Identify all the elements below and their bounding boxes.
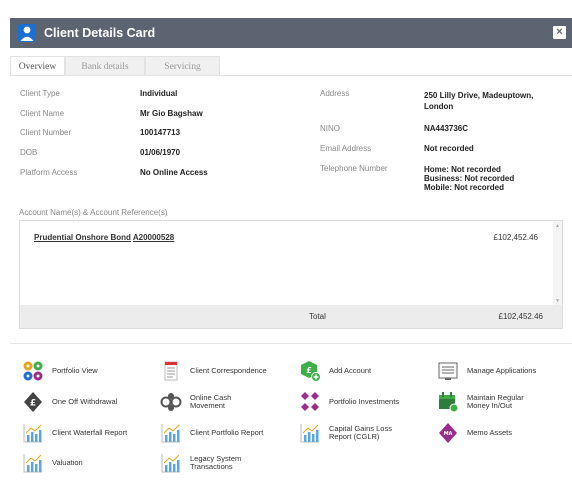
capital-gains-loss-report-label: Capital Gains Loss Report (CGLR) (329, 424, 392, 441)
report-chart-icon (22, 422, 44, 444)
client-type-label: Client Type (20, 89, 60, 98)
section-divider (10, 343, 572, 344)
platform-access-value: No Online Access (140, 168, 208, 177)
legacy-system-transactions-label: Legacy System Transactions (190, 454, 242, 471)
memo-assets-icon: MA (437, 422, 459, 444)
client-portfolio-report-label: Client Portfolio Report (190, 428, 264, 437)
tab-servicing[interactable]: Servicing (145, 56, 220, 76)
action-client-portfolio-report[interactable]: Client Portfolio Report (160, 422, 268, 444)
manage-applications-label: Manage Applications (467, 366, 537, 375)
action-legacy-system-transactions[interactable]: Legacy System Transactions (160, 452, 268, 474)
action-manage-applications[interactable]: Manage Applications (437, 360, 545, 382)
platform-access-label: Platform Access (20, 168, 78, 177)
action-portfolio-view[interactable]: Portfolio View (22, 360, 130, 382)
client-waterfall-report-label: Client Waterfall Report (52, 428, 128, 437)
dob-label: DOB (20, 148, 38, 157)
account-row[interactable]: Prudential Onshore Bond A20000528 (34, 233, 174, 242)
action-valuation[interactable]: Valuation (22, 452, 130, 474)
accounts-heading: Account Name(s) & Account Reference(s) (19, 208, 168, 217)
scroll-down-icon[interactable]: ▼ (555, 298, 560, 304)
withdrawal-icon: £ (22, 391, 44, 413)
report-chart-icon (160, 422, 182, 444)
action-one-off-withdrawal[interactable]: £ One Off Withdrawal (22, 391, 130, 413)
total-row: Total £102,452.46 (20, 305, 562, 328)
portfolio-investments-label: Portfolio Investments (329, 397, 400, 406)
close-button[interactable]: × (553, 26, 566, 39)
email-value: Not recorded (424, 144, 474, 153)
account-name-link[interactable]: Prudential Onshore Bond (34, 233, 131, 242)
action-memo-assets[interactable]: MA Memo Assets (437, 422, 545, 444)
action-portfolio-investments[interactable]: Portfolio Investments (299, 391, 407, 413)
address-line-1: 250 Lilly Drive, Madeuptown, (424, 91, 534, 100)
add-account-label: Add Account (329, 366, 372, 375)
memo-assets-label: Memo Assets (467, 428, 513, 437)
total-value: £102,452.46 (498, 312, 544, 321)
action-maintain-regular-money[interactable]: Maintain Regular Money In/Out (437, 391, 545, 413)
telephone-home: Home: Not recorded (424, 165, 501, 174)
one-off-withdrawal-label: One Off Withdrawal (52, 397, 118, 406)
nino-value: NA443736C (424, 124, 469, 133)
tab-overview[interactable]: Overview (10, 56, 65, 76)
action-add-account[interactable]: £ Add Account (299, 360, 407, 382)
svg-text:£: £ (306, 366, 312, 375)
cash-movement-icon (160, 391, 182, 413)
accounts-scrollbar[interactable]: ▲ ▼ (553, 221, 562, 306)
account-amount: £102,452.46 (493, 233, 539, 242)
maintain-regular-money-label: Maintain Regular Money In/Out (467, 393, 524, 410)
window-titlebar: Client Details Card × (10, 18, 572, 48)
action-capital-gains-loss-report[interactable]: Capital Gains Loss Report (CGLR) (299, 422, 407, 444)
nino-label: NINO (320, 124, 340, 133)
client-type-value: Individual (140, 89, 178, 98)
online-cash-movement-label: Online Cash Movement (190, 393, 232, 410)
address-line-2: London (424, 102, 454, 111)
report-chart-icon (299, 422, 321, 444)
tab-bar: Overview Bank details Servicing (10, 56, 220, 76)
portfolio-view-label: Portfolio View (52, 366, 98, 375)
report-chart-icon (22, 452, 44, 474)
manage-applications-icon (437, 360, 459, 382)
client-correspondence-label: Client Correspondence (190, 366, 267, 375)
client-number-value: 100147713 (140, 128, 181, 137)
valuation-label: Valuation (52, 458, 83, 467)
portfolio-view-icon (22, 360, 44, 382)
telephone-label: Telephone Number (320, 164, 388, 173)
window-title: Client Details Card (44, 26, 156, 40)
portfolio-investments-icon (299, 391, 321, 413)
client-logo-icon (18, 24, 36, 42)
action-client-waterfall-report[interactable]: Client Waterfall Report (22, 422, 130, 444)
action-online-cash-movement[interactable]: Online Cash Movement (160, 391, 268, 413)
action-client-correspondence[interactable]: Client Correspondence (160, 360, 268, 382)
add-account-icon: £ (299, 360, 321, 382)
address-label: Address (320, 89, 350, 98)
scroll-up-icon[interactable]: ▲ (555, 223, 560, 229)
account-reference-link[interactable]: A20000528 (133, 233, 174, 242)
total-label: Total (309, 312, 326, 321)
telephone-business: Business: Not recorded (424, 174, 515, 183)
dob-value: 01/06/1970 (140, 148, 181, 157)
tab-divider (10, 75, 572, 76)
client-number-label: Client Number (20, 128, 72, 137)
telephone-mobile: Mobile: Not recorded (424, 183, 505, 192)
client-name-label: Client Name (20, 109, 65, 118)
svg-text:£: £ (30, 399, 36, 409)
tab-bank-details[interactable]: Bank details (65, 56, 145, 76)
client-name-value: Mr Gio Bagshaw (140, 109, 203, 118)
email-label: Email Address (320, 144, 372, 153)
correspondence-icon (160, 360, 182, 382)
svg-text:MA: MA (444, 431, 453, 437)
report-chart-icon (160, 452, 182, 474)
regular-money-icon (437, 391, 459, 413)
accounts-table: Prudential Onshore Bond A20000528 £102,4… (19, 220, 563, 329)
